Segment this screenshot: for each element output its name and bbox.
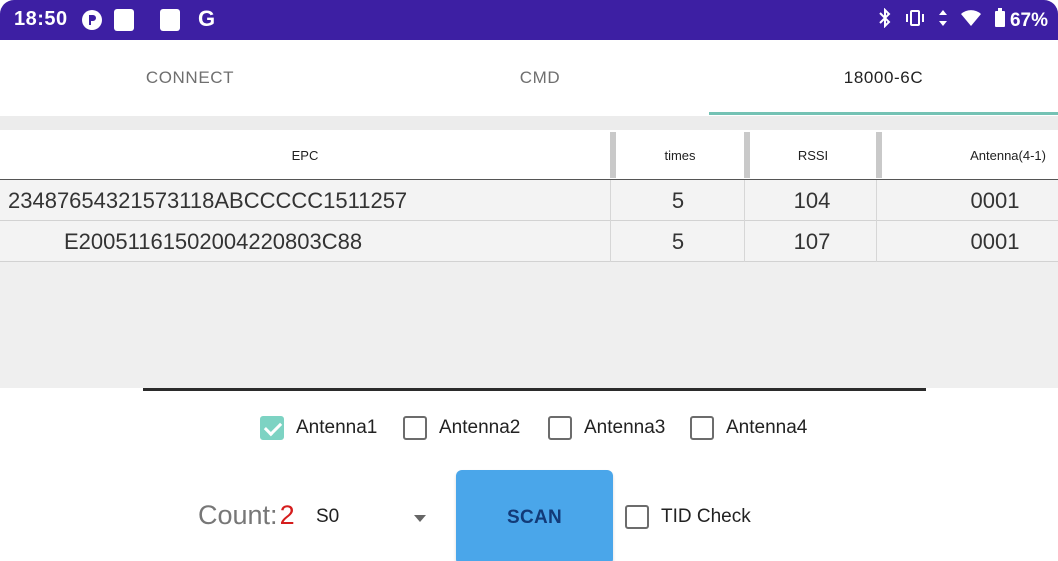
column-header-rssi: RSSI bbox=[797, 147, 829, 163]
wifi-icon bbox=[960, 9, 982, 33]
table-row[interactable]: E20051161502004220803C88 5 107 0001 bbox=[0, 221, 1058, 262]
column-header-times: times bbox=[664, 147, 696, 163]
vibrate-icon bbox=[904, 9, 926, 33]
epc-cell: 23487654321573118ABCCCCC1511257 bbox=[8, 187, 408, 213]
count-value: 2 bbox=[279, 500, 295, 530]
tab-connect[interactable]: CONNECT bbox=[0, 40, 380, 116]
antenna1-label: Antenna1 bbox=[296, 417, 378, 438]
tid-check-checkbox[interactable]: TID Check bbox=[625, 505, 751, 529]
antenna2-checkbox[interactable]: Antenna2 bbox=[403, 416, 520, 440]
tab-18000-6c[interactable]: 18000-6C bbox=[709, 40, 1058, 116]
tag-table: EPC times RSSI Antenna(4-1) 234876543215… bbox=[0, 130, 1058, 388]
active-tab-indicator bbox=[709, 112, 1058, 115]
status-bar: 18:50 G 67% bbox=[0, 0, 1058, 40]
times-cell: 5 bbox=[671, 187, 685, 213]
square-notification-icon bbox=[160, 9, 180, 31]
antenna1-checkbox[interactable]: Antenna1 bbox=[260, 416, 377, 440]
epc-cell: E20051161502004220803C88 bbox=[64, 228, 363, 254]
tag-count: Count: 2 bbox=[198, 500, 295, 531]
tid-check-label: TID Check bbox=[661, 506, 751, 527]
bluetooth-icon bbox=[878, 7, 892, 34]
checkbox-unchecked-icon[interactable] bbox=[690, 416, 714, 440]
battery-percent: 67% bbox=[1009, 10, 1048, 31]
tab-bar: CONNECT CMD 18000-6C bbox=[0, 40, 1058, 116]
status-right-cluster: 67% bbox=[878, 7, 1048, 34]
square-notification-icon bbox=[114, 9, 134, 31]
column-divider bbox=[610, 180, 611, 262]
antenna3-checkbox[interactable]: Antenna3 bbox=[548, 416, 665, 440]
checkbox-unchecked-icon[interactable] bbox=[403, 416, 427, 440]
status-time: 18:50 bbox=[14, 8, 68, 30]
table-header: EPC times RSSI Antenna(4-1) bbox=[0, 130, 1058, 180]
checkbox-unchecked-icon[interactable] bbox=[625, 505, 649, 529]
rssi-cell: 104 bbox=[793, 187, 831, 213]
battery-icon bbox=[994, 8, 1006, 34]
rssi-cell: 107 bbox=[793, 228, 831, 254]
app-window: 18:50 G 67% CONNECT CMD 18000-6C EPC tim… bbox=[0, 0, 1058, 561]
app-icon bbox=[80, 8, 104, 32]
dropdown-arrow-icon[interactable] bbox=[414, 515, 426, 522]
table-row[interactable]: 23487654321573118ABCCCCC1511257 5 104 00… bbox=[0, 180, 1058, 221]
column-header-epc: EPC bbox=[291, 147, 319, 163]
antenna3-label: Antenna3 bbox=[584, 417, 666, 438]
divider bbox=[0, 116, 1058, 130]
antenna-cell: 0001 bbox=[970, 228, 1020, 254]
antenna-checkbox-row: Antenna1 Antenna2 Antenna3 Antenna4 bbox=[0, 414, 1058, 454]
scan-button[interactable]: SCAN bbox=[456, 470, 613, 561]
antenna4-checkbox[interactable]: Antenna4 bbox=[690, 416, 807, 440]
count-label: Count: bbox=[198, 500, 278, 530]
antenna-cell: 0001 bbox=[970, 187, 1020, 213]
data-arrows-icon bbox=[938, 9, 948, 33]
tab-cmd[interactable]: CMD bbox=[350, 40, 730, 116]
separator-bar bbox=[143, 388, 926, 391]
column-divider bbox=[744, 180, 745, 262]
checkbox-unchecked-icon[interactable] bbox=[548, 416, 572, 440]
column-header-antenna: Antenna(4-1) bbox=[970, 147, 1046, 163]
checkbox-checked-icon[interactable] bbox=[260, 416, 284, 440]
times-cell: 5 bbox=[671, 228, 685, 254]
session-select-value[interactable]: S0 bbox=[316, 506, 339, 528]
antenna4-label: Antenna4 bbox=[726, 417, 808, 438]
antenna2-label: Antenna2 bbox=[439, 417, 521, 438]
column-divider bbox=[876, 180, 877, 262]
google-icon: G bbox=[198, 6, 216, 31]
